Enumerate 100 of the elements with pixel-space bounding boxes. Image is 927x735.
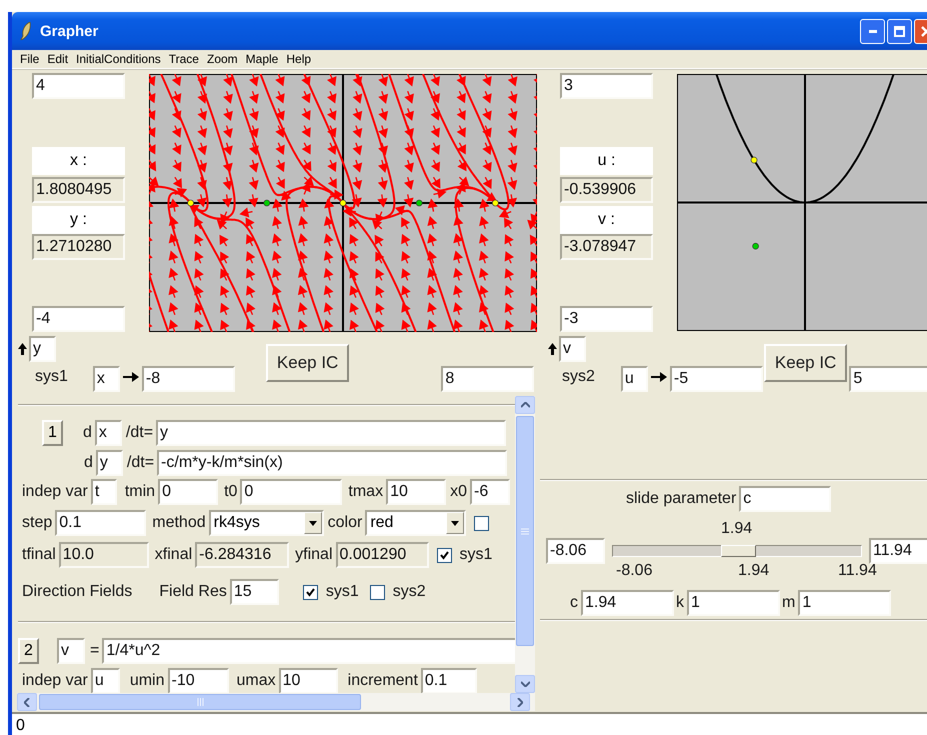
checkbox[interactable]: [302, 584, 318, 600]
field-res-field[interactable]: 15: [230, 579, 279, 605]
parameter-field[interactable]: 0.1: [420, 668, 477, 693]
scrollbar-thumb[interactable]: [516, 416, 534, 646]
system-number-button[interactable]: 1: [42, 420, 63, 446]
menu-item[interactable]: File: [16, 50, 44, 68]
field-label: indep var: [22, 672, 88, 690]
field-label: t0: [224, 483, 238, 501]
coordinate-value-field[interactable]: 1.8080495: [32, 177, 125, 203]
field-label: c: [570, 594, 578, 612]
scroll-up-button[interactable]: [515, 396, 535, 414]
field-label: yfinal: [295, 546, 333, 564]
parameter-field[interactable]: 0: [240, 479, 342, 505]
coordinate-value-field[interactable]: -3.078947: [560, 234, 653, 260]
minimize-button[interactable]: [860, 18, 885, 44]
checkmark-icon: [440, 550, 449, 560]
system-number-button[interactable]: 2: [18, 638, 39, 664]
checkbox[interactable]: [436, 548, 452, 562]
step-field[interactable]: 0.1: [55, 510, 146, 536]
checkbox-label: sys1: [326, 583, 359, 601]
parameter-name-field[interactable]: c: [739, 486, 832, 512]
system-label: sys1: [35, 368, 68, 386]
field-label: Field Res: [159, 583, 227, 601]
max-field[interactable]: 5: [849, 366, 927, 392]
menu-item[interactable]: Zoom: [202, 50, 242, 68]
slider-min-field[interactable]: -8.06: [546, 538, 605, 564]
result-field[interactable]: 10.0: [58, 542, 149, 568]
min-field[interactable]: -5: [670, 366, 763, 392]
variable-field[interactable]: x: [92, 366, 120, 392]
status-text: 0: [12, 712, 927, 735]
parameter-field[interactable]: 10: [386, 479, 446, 505]
field-label: increment: [348, 672, 418, 690]
coordinate-value-field[interactable]: 1.2710280: [32, 234, 125, 260]
field-label: color: [328, 514, 362, 532]
parameter-field[interactable]: 1.94: [581, 590, 674, 616]
parameter-field[interactable]: 1: [798, 590, 892, 616]
slider-tick-label: 1.94: [738, 562, 770, 581]
menu-item[interactable]: Maple: [242, 50, 282, 68]
result-field[interactable]: 0.001290: [336, 542, 429, 568]
checkmark-icon: [306, 588, 315, 596]
right-chevron-icon: [517, 698, 523, 706]
menu-item[interactable]: Help: [282, 50, 316, 68]
parameter-field[interactable]: -6: [470, 479, 510, 505]
expression-field[interactable]: 1/4*u^2: [102, 638, 515, 664]
field-label: slide parameter: [626, 490, 736, 508]
keep-ic-button[interactable]: Keep IC: [764, 344, 848, 382]
variable-field[interactable]: v: [57, 638, 85, 664]
scroll-left-button[interactable]: [17, 693, 37, 711]
menu-item[interactable]: Edit: [43, 50, 72, 68]
left-chevron-icon: [24, 698, 30, 706]
scroll-down-button[interactable]: [515, 675, 535, 693]
up-chevron-icon: [520, 402, 530, 408]
checkbox[interactable]: [474, 516, 490, 530]
menu-item[interactable]: InitialConditions: [72, 50, 165, 68]
field-label: tfinal: [22, 546, 56, 564]
min-field[interactable]: -4: [32, 306, 125, 332]
parameter-field[interactable]: 10: [278, 668, 338, 693]
scroll-right-button[interactable]: [510, 693, 530, 711]
slider-max-field[interactable]: 11.94: [869, 538, 927, 564]
expression-field[interactable]: -c/m*y-k/m*sin(x): [157, 450, 508, 476]
checkbox-label: sys1: [460, 546, 492, 564]
equation-label: /dt=: [126, 454, 154, 472]
grip-icon: [196, 698, 204, 706]
parameter-field[interactable]: 1: [687, 590, 780, 616]
variable-field[interactable]: y: [96, 450, 123, 476]
max-field[interactable]: 3: [560, 73, 653, 99]
max-field[interactable]: 8: [441, 366, 534, 392]
maximize-button[interactable]: [887, 18, 912, 44]
parameter-field[interactable]: u: [90, 668, 120, 693]
expression-field[interactable]: y: [156, 420, 506, 446]
parameter-field[interactable]: -10: [168, 668, 229, 693]
parameter-field[interactable]: t: [90, 479, 117, 505]
color-dropdown[interactable]: red: [365, 510, 466, 536]
variable-field[interactable]: u: [620, 366, 648, 392]
variable-field[interactable]: v: [559, 336, 586, 362]
right-arrow-icon: [122, 372, 139, 382]
field-label: k: [676, 594, 684, 612]
variable-field[interactable]: x: [94, 420, 122, 446]
variable-field[interactable]: y: [29, 336, 56, 362]
down-chevron-icon: [520, 681, 530, 687]
min-field[interactable]: -3: [560, 306, 653, 332]
coordinate-value-field[interactable]: -0.539906: [560, 177, 653, 203]
field-label: umax: [236, 672, 276, 690]
scrollbar-thumb[interactable]: [39, 694, 361, 710]
min-field[interactable]: -8: [142, 366, 235, 392]
field-label: umin: [130, 672, 165, 690]
method-dropdown[interactable]: rk4sys: [208, 510, 324, 536]
equation-label: =: [90, 642, 100, 660]
field-label: xfinal: [154, 546, 192, 564]
keep-ic-button[interactable]: Keep IC: [266, 344, 350, 382]
slider-value: 1.94: [721, 520, 752, 538]
slider-track[interactable]: [612, 545, 862, 557]
max-field[interactable]: 4: [32, 73, 125, 99]
equation-label: /dt=: [126, 424, 154, 442]
menu-item[interactable]: Trace: [164, 50, 203, 68]
field-label: method: [152, 514, 206, 532]
slider-thumb[interactable]: [720, 545, 756, 557]
checkbox[interactable]: [370, 584, 385, 600]
parameter-field[interactable]: 0: [158, 479, 218, 505]
result-field[interactable]: -6.284316: [195, 542, 290, 568]
